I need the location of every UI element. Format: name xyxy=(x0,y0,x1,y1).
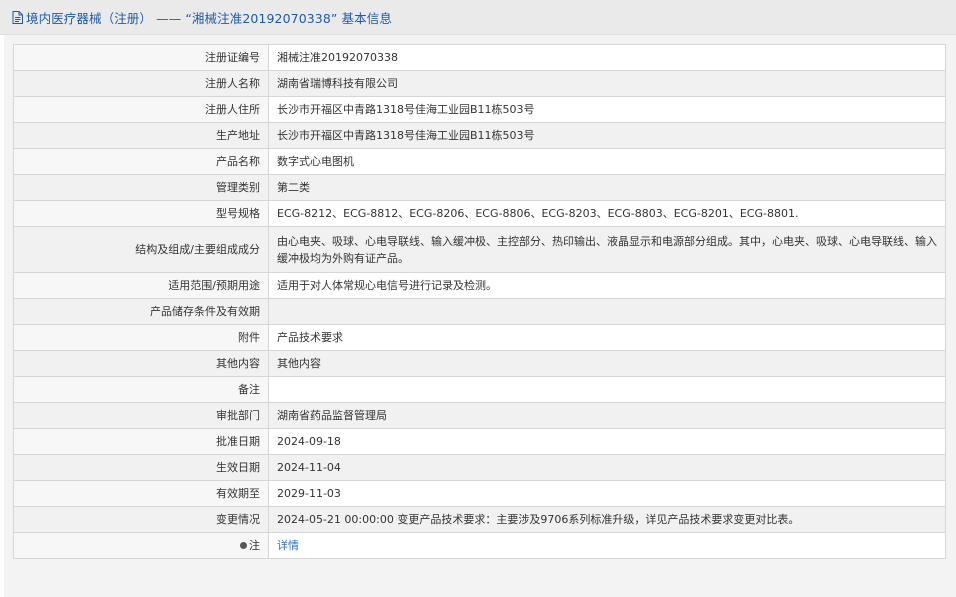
table-row: 结构及组成/主要组成成分 由心电夹、吸球、心电导联线、输入缓冲极、主控部分、热印… xyxy=(13,226,946,273)
row-value: 湘械注准20192070338 xyxy=(268,44,946,71)
page-header: 境内医疗器械（注册） —— “湘械注准20192070338” 基本信息 xyxy=(0,0,956,35)
table-row: 注册人住所 长沙市开福区中青路1318号佳海工业园B11栋503号 xyxy=(13,96,946,123)
info-dot-icon xyxy=(240,542,247,549)
row-value: 2029-11-03 xyxy=(268,480,946,507)
row-value-note: 详情 xyxy=(268,532,946,559)
row-label: 产品名称 xyxy=(13,148,269,175)
row-label: 注册证编号 xyxy=(13,44,269,71)
row-value: 长沙市开福区中青路1318号佳海工业园B11栋503号 xyxy=(268,96,946,123)
row-value: 产品技术要求 xyxy=(268,324,946,351)
table-row: 有效期至 2029-11-03 xyxy=(13,480,946,507)
row-value: 适用于对人体常规心电信号进行记录及检测。 xyxy=(268,272,946,299)
row-value: 湖南省药品监督管理局 xyxy=(268,402,946,429)
row-value: 2024-09-18 xyxy=(268,428,946,455)
row-label: 生产地址 xyxy=(13,122,269,149)
row-value: 第二类 xyxy=(268,174,946,201)
note-label: 注 xyxy=(249,539,260,552)
row-value: 由心电夹、吸球、心电导联线、输入缓冲极、主控部分、热印输出、液晶显示和电源部分组… xyxy=(268,226,946,273)
table-row: 注册人名称 湖南省瑞博科技有限公司 xyxy=(13,70,946,97)
table-row: 管理类别 第二类 xyxy=(13,174,946,201)
row-label: 其他内容 xyxy=(13,350,269,377)
row-label: 型号规格 xyxy=(13,200,269,227)
table-row-note: 注 详情 xyxy=(13,532,946,559)
info-table: 注册证编号 湘械注准20192070338 注册人名称 湖南省瑞博科技有限公司 … xyxy=(13,44,946,559)
document-icon xyxy=(12,10,23,24)
row-label: 审批部门 xyxy=(13,402,269,429)
row-value: ECG-8212、ECG-8812、ECG-8206、ECG-8806、ECG-… xyxy=(268,200,946,227)
details-link[interactable]: 详情 xyxy=(277,539,299,552)
row-label: 附件 xyxy=(13,324,269,351)
row-label: 管理类别 xyxy=(13,174,269,201)
row-label: 备注 xyxy=(13,376,269,403)
table-row: 适用范围/预期用途 适用于对人体常规心电信号进行记录及检测。 xyxy=(13,272,946,299)
table-row: 产品储存条件及有效期 xyxy=(13,298,946,325)
table-row: 生效日期 2024-11-04 xyxy=(13,454,946,481)
table-row: 其他内容 其他内容 xyxy=(13,350,946,377)
row-value xyxy=(268,298,946,325)
table-row: 审批部门 湖南省药品监督管理局 xyxy=(13,402,946,429)
row-label: 注册人住所 xyxy=(13,96,269,123)
row-label: 产品储存条件及有效期 xyxy=(13,298,269,325)
row-value: 2024-11-04 xyxy=(268,454,946,481)
table-row: 备注 xyxy=(13,376,946,403)
table-row: 变更情况 2024-05-21 00:00:00 变更产品技术要求：主要涉及97… xyxy=(13,506,946,533)
row-label: 结构及组成/主要组成成分 xyxy=(13,226,269,273)
table-row: 产品名称 数字式心电图机 xyxy=(13,148,946,175)
row-label: 变更情况 xyxy=(13,506,269,533)
row-value xyxy=(268,376,946,403)
row-label: 生效日期 xyxy=(13,454,269,481)
row-label: 注册人名称 xyxy=(13,70,269,97)
row-value: 2024-05-21 00:00:00 变更产品技术要求：主要涉及9706系列标… xyxy=(268,506,946,533)
row-label: 有效期至 xyxy=(13,480,269,507)
table-row: 型号规格 ECG-8212、ECG-8812、ECG-8206、ECG-8806… xyxy=(13,200,946,227)
table-row: 附件 产品技术要求 xyxy=(13,324,946,351)
row-value: 长沙市开福区中青路1318号佳海工业园B11栋503号 xyxy=(268,122,946,149)
page-title: 境内医疗器械（注册） —— “湘械注准20192070338” 基本信息 xyxy=(26,10,392,26)
row-value: 数字式心电图机 xyxy=(268,148,946,175)
table-row: 生产地址 长沙市开福区中青路1318号佳海工业园B11栋503号 xyxy=(13,122,946,149)
table-row: 批准日期 2024-09-18 xyxy=(13,428,946,455)
row-value: 湖南省瑞博科技有限公司 xyxy=(268,70,946,97)
page: 境内医疗器械（注册） —— “湘械注准20192070338” 基本信息 注册证… xyxy=(0,0,956,597)
row-label-note: 注 xyxy=(13,532,269,559)
row-label: 适用范围/预期用途 xyxy=(13,272,269,299)
row-label: 批准日期 xyxy=(13,428,269,455)
table-row: 注册证编号 湘械注准20192070338 xyxy=(13,44,946,71)
row-value: 其他内容 xyxy=(268,350,946,377)
